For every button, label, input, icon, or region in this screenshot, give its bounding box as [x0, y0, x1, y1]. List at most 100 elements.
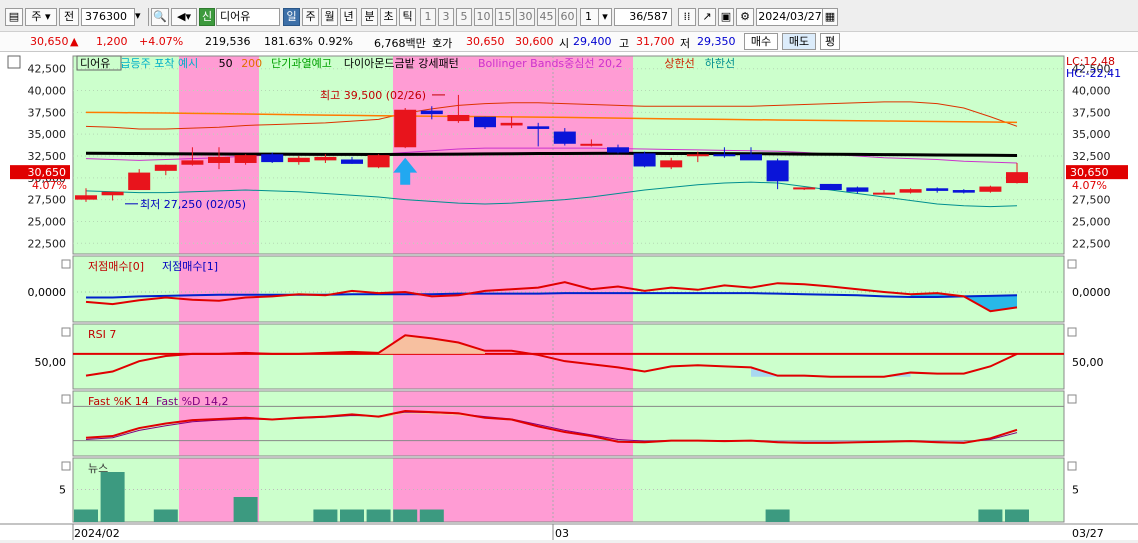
gear-icon[interactable]: ⚙ — [736, 8, 754, 26]
timeframe-button-6[interactable]: 틱 — [399, 8, 416, 26]
toolbar: ▤ 주 ▾ 전 376300 ▾ 🔍 ◀▾ 신 디어유 일주월년분초틱 1 3 5 10… — [0, 0, 1138, 32]
price-tick-left: 32,500 — [28, 150, 67, 163]
timeframe-button-0[interactable]: 일 — [283, 8, 300, 26]
pane4-legend-a: Fast %K 14 — [88, 395, 149, 408]
candle-body — [101, 191, 124, 196]
timeframe-button-4[interactable]: 분 — [361, 8, 378, 26]
price-tick-left: 25,000 — [28, 215, 67, 228]
price-tick-right: 40,000 — [1072, 85, 1111, 98]
pane-collapse-icon-3 — [61, 461, 71, 471]
pane3-tick-left: 50,00 — [35, 356, 67, 369]
pane3-legend: RSI 7 — [88, 328, 116, 341]
pink-band-b-3 — [393, 391, 633, 456]
candle-body — [341, 159, 363, 164]
candle-body — [500, 122, 523, 126]
prev-button[interactable]: 전 — [59, 8, 79, 26]
candle-body — [1006, 172, 1028, 184]
minute-button-45[interactable]: 45 — [537, 8, 556, 26]
ask-price-2: 30,600 — [515, 35, 554, 48]
current-price-right: 30,650 — [1070, 166, 1109, 179]
minute-button-1[interactable]: 1 — [420, 8, 436, 26]
legend-item-4: 단기과열예고 — [271, 57, 332, 70]
pane-expand-icon-3 — [1067, 461, 1077, 471]
candle-body — [926, 188, 949, 191]
timeframe-button-5[interactable]: 초 — [380, 8, 397, 26]
timeframe-button-3[interactable]: 년 — [340, 8, 357, 26]
price-tick-right: 32,500 — [1072, 150, 1111, 163]
pane5-tick-right: 5 — [1072, 484, 1079, 497]
buy-button[interactable]: 매수 — [744, 33, 778, 50]
legend-item-2: 50 — [219, 57, 233, 70]
quote-bar: 30,650 ▲ 1,200 +4.07% 219,536 181.63% 0.… — [0, 32, 1138, 52]
timeframe-button-1[interactable]: 주 — [302, 8, 319, 26]
candle-body — [899, 189, 922, 193]
minute-button-60[interactable]: 60 — [558, 8, 577, 26]
stock-chart-svg[interactable]: 42,50040,00037,50035,00032,50030,00027,5… — [0, 52, 1138, 540]
sell-button[interactable]: 매도 — [782, 33, 816, 50]
minute-button-15[interactable]: 15 — [495, 8, 514, 26]
pane-collapse-icon-0 — [61, 259, 71, 269]
news-bar — [1005, 509, 1029, 522]
current-pct-right: 4.07% — [1072, 179, 1107, 192]
dropdown-arrow-icon[interactable]: ▾ — [134, 8, 148, 26]
price-tick-left: 22,500 — [28, 237, 67, 250]
candle-body — [261, 154, 284, 163]
news-bar — [393, 509, 418, 522]
pane2-legend-a: 저점매수[0] — [88, 260, 144, 273]
counter-field[interactable]: 36/587 — [614, 8, 672, 26]
price-tick-right: 22,500 — [1072, 237, 1111, 250]
period-select[interactable]: 주 ▾ — [25, 8, 57, 26]
turnover: 0.92% — [318, 35, 353, 48]
code-input[interactable]: 376300 ▾ — [81, 8, 149, 26]
candle-body — [154, 164, 177, 171]
price-tick-right: 35,000 — [1072, 128, 1111, 141]
price-tick-left: 27,500 — [28, 194, 67, 207]
candle-body — [633, 153, 656, 167]
search-icon[interactable]: 🔍 — [151, 8, 169, 26]
low-label: 저 — [680, 37, 691, 50]
news-bar — [233, 497, 258, 522]
candle-body — [420, 110, 443, 115]
layout-icon[interactable]: ▤ — [5, 8, 23, 26]
news-bar — [765, 509, 790, 522]
candle-body — [766, 160, 789, 182]
grid-icon[interactable]: ⁞⁞ — [678, 8, 696, 26]
pane4-legend-b: Fast %D 14,2 — [156, 395, 229, 408]
legend-item-0: 디어유 — [80, 57, 110, 70]
trade-amount: 6,768백만 — [374, 37, 426, 50]
date-input[interactable]: 2024/03/27 — [756, 8, 824, 26]
candle-body — [314, 156, 337, 161]
price-tick-right: 27,500 — [1072, 194, 1111, 207]
ask-price-1: 30,650 — [466, 35, 505, 48]
volume-ratio: 181.63% — [264, 35, 313, 48]
candle-body — [128, 172, 151, 191]
chart-area[interactable]: 42,50040,00037,50035,00032,50030,00027,5… — [0, 52, 1138, 540]
eval-button[interactable]: 평 — [820, 33, 840, 50]
minute-button-30[interactable]: 30 — [516, 8, 535, 26]
pane5-tick-left: 5 — [59, 484, 66, 497]
pink-band-a-2 — [179, 324, 259, 389]
crosshair-icon[interactable]: ↗ — [698, 8, 716, 26]
stock-name-field[interactable]: 디어유 — [216, 8, 280, 26]
candle-body — [580, 143, 603, 146]
speaker-icon[interactable]: ◀▾ — [171, 8, 197, 26]
pane-expand-icon-0 — [1067, 259, 1077, 269]
calendar-icon[interactable]: ▦ — [822, 8, 838, 26]
minute-button-3[interactable]: 3 — [438, 8, 454, 26]
timeframe-button-2[interactable]: 월 — [321, 8, 338, 26]
high-annotation: 최고 39,500 (02/26) — [320, 89, 426, 102]
multiplier-dropdown-icon[interactable]: ▾ — [598, 8, 612, 26]
news-bar — [978, 509, 1003, 522]
multiplier-value: 1 — [585, 10, 592, 23]
candle-body — [846, 187, 869, 192]
change-percent: +4.07% — [139, 35, 184, 48]
candle-body — [873, 192, 895, 195]
save-icon[interactable]: ▣ — [718, 8, 734, 26]
open-price: 29,400 — [573, 35, 612, 48]
news-bar — [153, 509, 178, 522]
minute-button-5[interactable]: 5 — [456, 8, 472, 26]
candle-body — [979, 186, 1002, 192]
minute-button-10[interactable]: 10 — [474, 8, 493, 26]
candle-body — [819, 183, 842, 191]
price-tick-left: 37,500 — [28, 106, 67, 119]
